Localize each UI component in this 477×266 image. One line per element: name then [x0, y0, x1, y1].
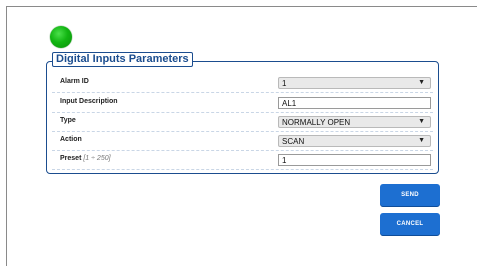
input-description-label: Input Description: [60, 98, 118, 105]
cancel-button[interactable]: CANCEL: [380, 213, 440, 235]
send-button[interactable]: SEND: [380, 184, 440, 206]
preset-label: Preset [1 ÷ 250]: [60, 155, 111, 162]
panel-title: Digital Inputs Parameters: [52, 52, 193, 67]
action-select[interactable]: SCAN ▼: [278, 135, 431, 147]
row-input-description: Input Description AL1: [52, 93, 433, 113]
dropdown-arrow-icon: ▼: [418, 79, 425, 86]
alarm-id-select[interactable]: 1 ▼: [278, 77, 431, 89]
alarm-id-label: Alarm ID: [60, 78, 89, 85]
row-alarm-id: Alarm ID 1 ▼: [52, 73, 433, 93]
type-value: NORMALLY OPEN: [282, 118, 351, 127]
preset-field[interactable]: 1: [278, 154, 431, 166]
input-description-field[interactable]: AL1: [278, 97, 431, 109]
type-select[interactable]: NORMALLY OPEN ▼: [278, 116, 431, 128]
action-label: Action: [60, 136, 82, 143]
row-type: Type NORMALLY OPEN ▼: [52, 112, 433, 132]
preset-value: 1: [282, 156, 287, 165]
type-label: Type: [60, 117, 76, 124]
dropdown-arrow-icon: ▼: [418, 118, 425, 125]
row-action: Action SCAN ▼: [52, 131, 433, 151]
preset-range-hint: [1 ÷ 250]: [83, 155, 111, 162]
action-value: SCAN: [282, 137, 305, 146]
alarm-id-value: 1: [282, 79, 287, 88]
status-led-icon: [50, 26, 72, 48]
input-description-value: AL1: [282, 99, 297, 108]
dropdown-arrow-icon: ▼: [418, 137, 425, 144]
row-preset: Preset [1 ÷ 250] 1: [52, 150, 433, 170]
